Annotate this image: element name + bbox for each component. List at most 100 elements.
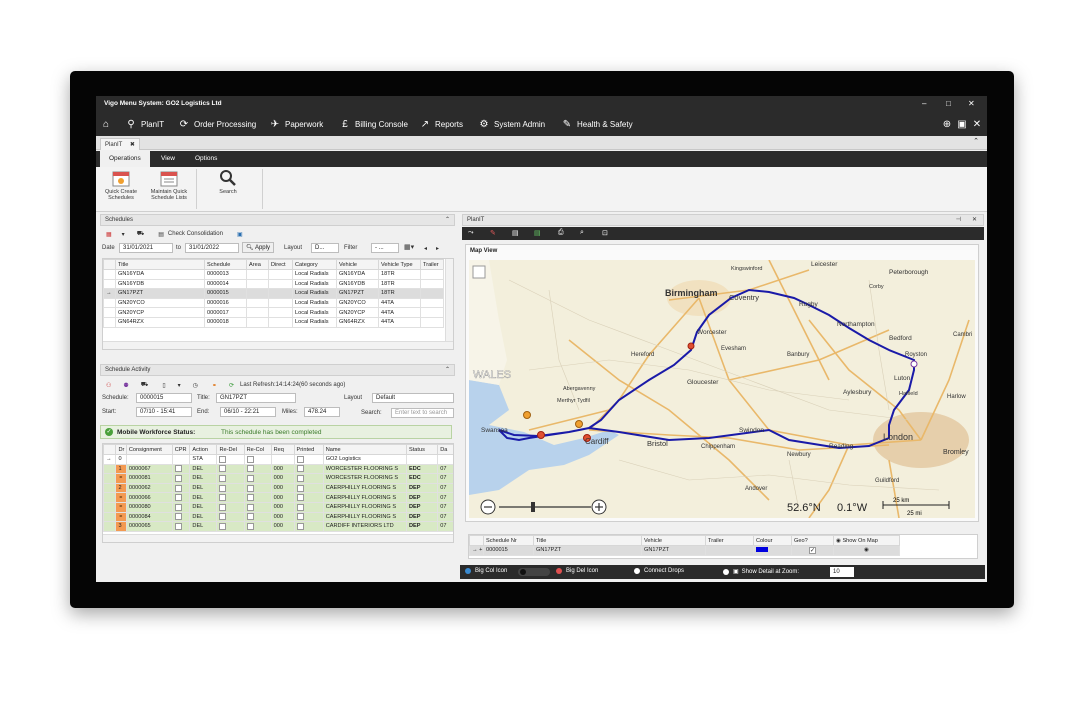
checkbox[interactable] [296, 513, 304, 521]
export-icon[interactable]: ▣ [237, 231, 243, 238]
close-icon[interactable]: ✕ [972, 215, 977, 226]
column-header[interactable]: Re-Col [243, 444, 272, 455]
column-header[interactable]: Re-Del [216, 444, 245, 455]
checkbox[interactable] [296, 465, 304, 473]
close-icon[interactable]: ✕ [968, 99, 975, 108]
close-tab-icon[interactable]: ✖ [130, 142, 135, 148]
dropdown-icon[interactable]: ▾ [122, 231, 125, 238]
calendar-icon[interactable]: ▦ [106, 231, 112, 238]
checkbox[interactable] [219, 474, 227, 482]
eraser-icon[interactable]: ✎ [490, 229, 496, 237]
route-icon[interactable]: ⤳ [468, 229, 474, 237]
checkbox[interactable] [296, 484, 304, 492]
checkbox[interactable] [219, 513, 227, 521]
check-consolidation-button[interactable]: Check Consolidation [168, 231, 223, 237]
connect-drops-toggle[interactable]: Connect Drops [634, 568, 684, 574]
scroll-left-icon[interactable]: ◂ [424, 244, 427, 254]
column-header[interactable]: Action [189, 444, 218, 455]
table-row[interactable]: ⚭ 0000081 DEL 000 WORCESTER FLOORING S EDC 07 [103, 473, 453, 484]
checkbox[interactable] [296, 455, 304, 463]
zoom-icon[interactable]: ⌕ [580, 229, 584, 237]
collapse-icon[interactable]: ⌃ [445, 215, 450, 226]
menu-planit[interactable]: ⚲ PlanIT [125, 118, 164, 130]
device-icon[interactable]: ▯ [162, 382, 165, 389]
filter-select[interactable]: - ... [371, 243, 399, 253]
menu-home[interactable]: ⌂ [100, 118, 116, 130]
checkbox[interactable] [174, 465, 182, 473]
date-from-input[interactable]: 31/01/2021 [119, 243, 173, 253]
quick-create-schedules-button[interactable]: Quick Create Schedules [100, 169, 142, 201]
checkbox[interactable] [296, 503, 304, 511]
tab-planit[interactable]: PlanIT ✖ [100, 138, 140, 150]
column-header[interactable]: Title [533, 535, 642, 546]
collapse-icon[interactable]: ⌃ [973, 137, 979, 145]
column-header[interactable]: Colour [753, 535, 792, 546]
checkbox[interactable] [174, 522, 182, 530]
maximize-icon[interactable]: □ [946, 99, 951, 108]
menu-billing-console[interactable]: £ Billing Console [339, 118, 408, 130]
column-header[interactable]: Schedule Nr [483, 535, 534, 546]
checkbox[interactable] [246, 474, 254, 482]
table-row[interactable]: 3 0000065 DEL 000 CARDIFF INTERIORS LTD DEP 07 [103, 521, 453, 532]
collapse-icon[interactable]: ⌃ [445, 365, 450, 376]
table-row[interactable]: GN20YCO 0000016 Local Radials GN20YCO 44TA [103, 297, 444, 309]
column-header[interactable]: Geo? [791, 535, 834, 546]
column-header[interactable]: Direct [268, 259, 293, 270]
checkbox[interactable] [246, 455, 254, 463]
checkbox[interactable] [219, 522, 227, 530]
add-icon[interactable]: ⊕ [941, 118, 957, 130]
layout-icon[interactable]: ▣ [956, 118, 972, 130]
cell-colour[interactable] [753, 545, 792, 556]
checkbox[interactable] [219, 503, 227, 511]
layers-icon[interactable] [472, 265, 486, 279]
checkbox[interactable] [246, 522, 254, 530]
miles-field[interactable]: 478.24 [304, 407, 340, 417]
checkbox[interactable] [219, 494, 227, 502]
checkbox[interactable] [174, 494, 182, 502]
assign-icon[interactable]: ⚉ [123, 382, 128, 389]
scroll-right-icon[interactable]: ▸ [436, 244, 439, 254]
truck-icon[interactable]: ⛟ [137, 230, 145, 238]
checkbox[interactable] [296, 494, 304, 502]
layout-select[interactable]: Default [372, 393, 454, 403]
column-header[interactable]: Trailer [705, 535, 754, 546]
big-col-icon-toggle[interactable]: Big Col Icon [465, 568, 507, 574]
table-row[interactable]: → 0 STA GO2 Logistics [103, 454, 453, 465]
dropdown-icon[interactable]: ▾ [178, 382, 181, 389]
column-header[interactable]: Req [270, 444, 295, 455]
share-icon[interactable]: ⚭ [212, 382, 217, 389]
export-icon[interactable]: ▤ [534, 229, 541, 237]
apply-button[interactable]: 🔍︎ Apply [242, 242, 274, 253]
column-header[interactable]: Title [115, 259, 205, 270]
show-detail-toggle[interactable]: ▣ Show Detail at Zoom: [723, 568, 799, 575]
menu-system-admin[interactable]: ⚙ System Admin [478, 118, 546, 130]
menu-order-processing[interactable]: ⟳ Order Processing [178, 118, 256, 130]
table-row[interactable]: GN20YCP 0000017 Local Radials GN20YCP 44TA [103, 307, 444, 318]
layout-select[interactable]: D... [311, 243, 339, 253]
horizontal-scrollbar[interactable] [103, 534, 453, 542]
pin-icon[interactable]: ⊣ [956, 215, 961, 226]
table-row[interactable]: GN64RZX 0000018 Local Radials GN64RZX 44TA [103, 316, 444, 328]
column-header[interactable]: Printed [293, 444, 324, 455]
title-field[interactable]: GN17PZT [216, 393, 296, 403]
users-icon[interactable]: ⚇ [106, 382, 111, 389]
minimize-icon[interactable]: – [922, 99, 926, 108]
tab-options[interactable]: Options [186, 151, 226, 167]
column-header[interactable]: Consignment [125, 444, 173, 455]
truck-icon[interactable]: ⛟ [141, 381, 149, 389]
consolidation-icon[interactable]: ▤ [158, 231, 164, 238]
column-header[interactable]: Schedule [204, 259, 247, 270]
document-icon[interactable]: ▤ [512, 229, 519, 237]
column-header[interactable]: Category [292, 259, 337, 270]
column-header[interactable]: Area [246, 259, 269, 270]
schedule-field[interactable]: 0000015 [136, 393, 192, 403]
table-row[interactable]: 2 0000062 DEL 000 CAERPHILLY FLOORING S DEP 07 [103, 482, 453, 494]
column-header[interactable]: Status [406, 444, 439, 455]
table-row[interactable]: → GN17PZT 0000015 Local Radials GN17PZT 18TR [103, 288, 444, 299]
end-field[interactable]: 06/10 - 22:21 [220, 407, 276, 417]
table-row[interactable]: ⚭ 0000066 DEL 000 CAERPHILLY FLOORING S DEP 07 [103, 492, 453, 503]
checkbox[interactable] [219, 455, 227, 463]
toggle-switch[interactable] [518, 568, 550, 576]
search-input[interactable]: Enter text to search [391, 408, 454, 418]
checkbox[interactable] [246, 494, 254, 502]
